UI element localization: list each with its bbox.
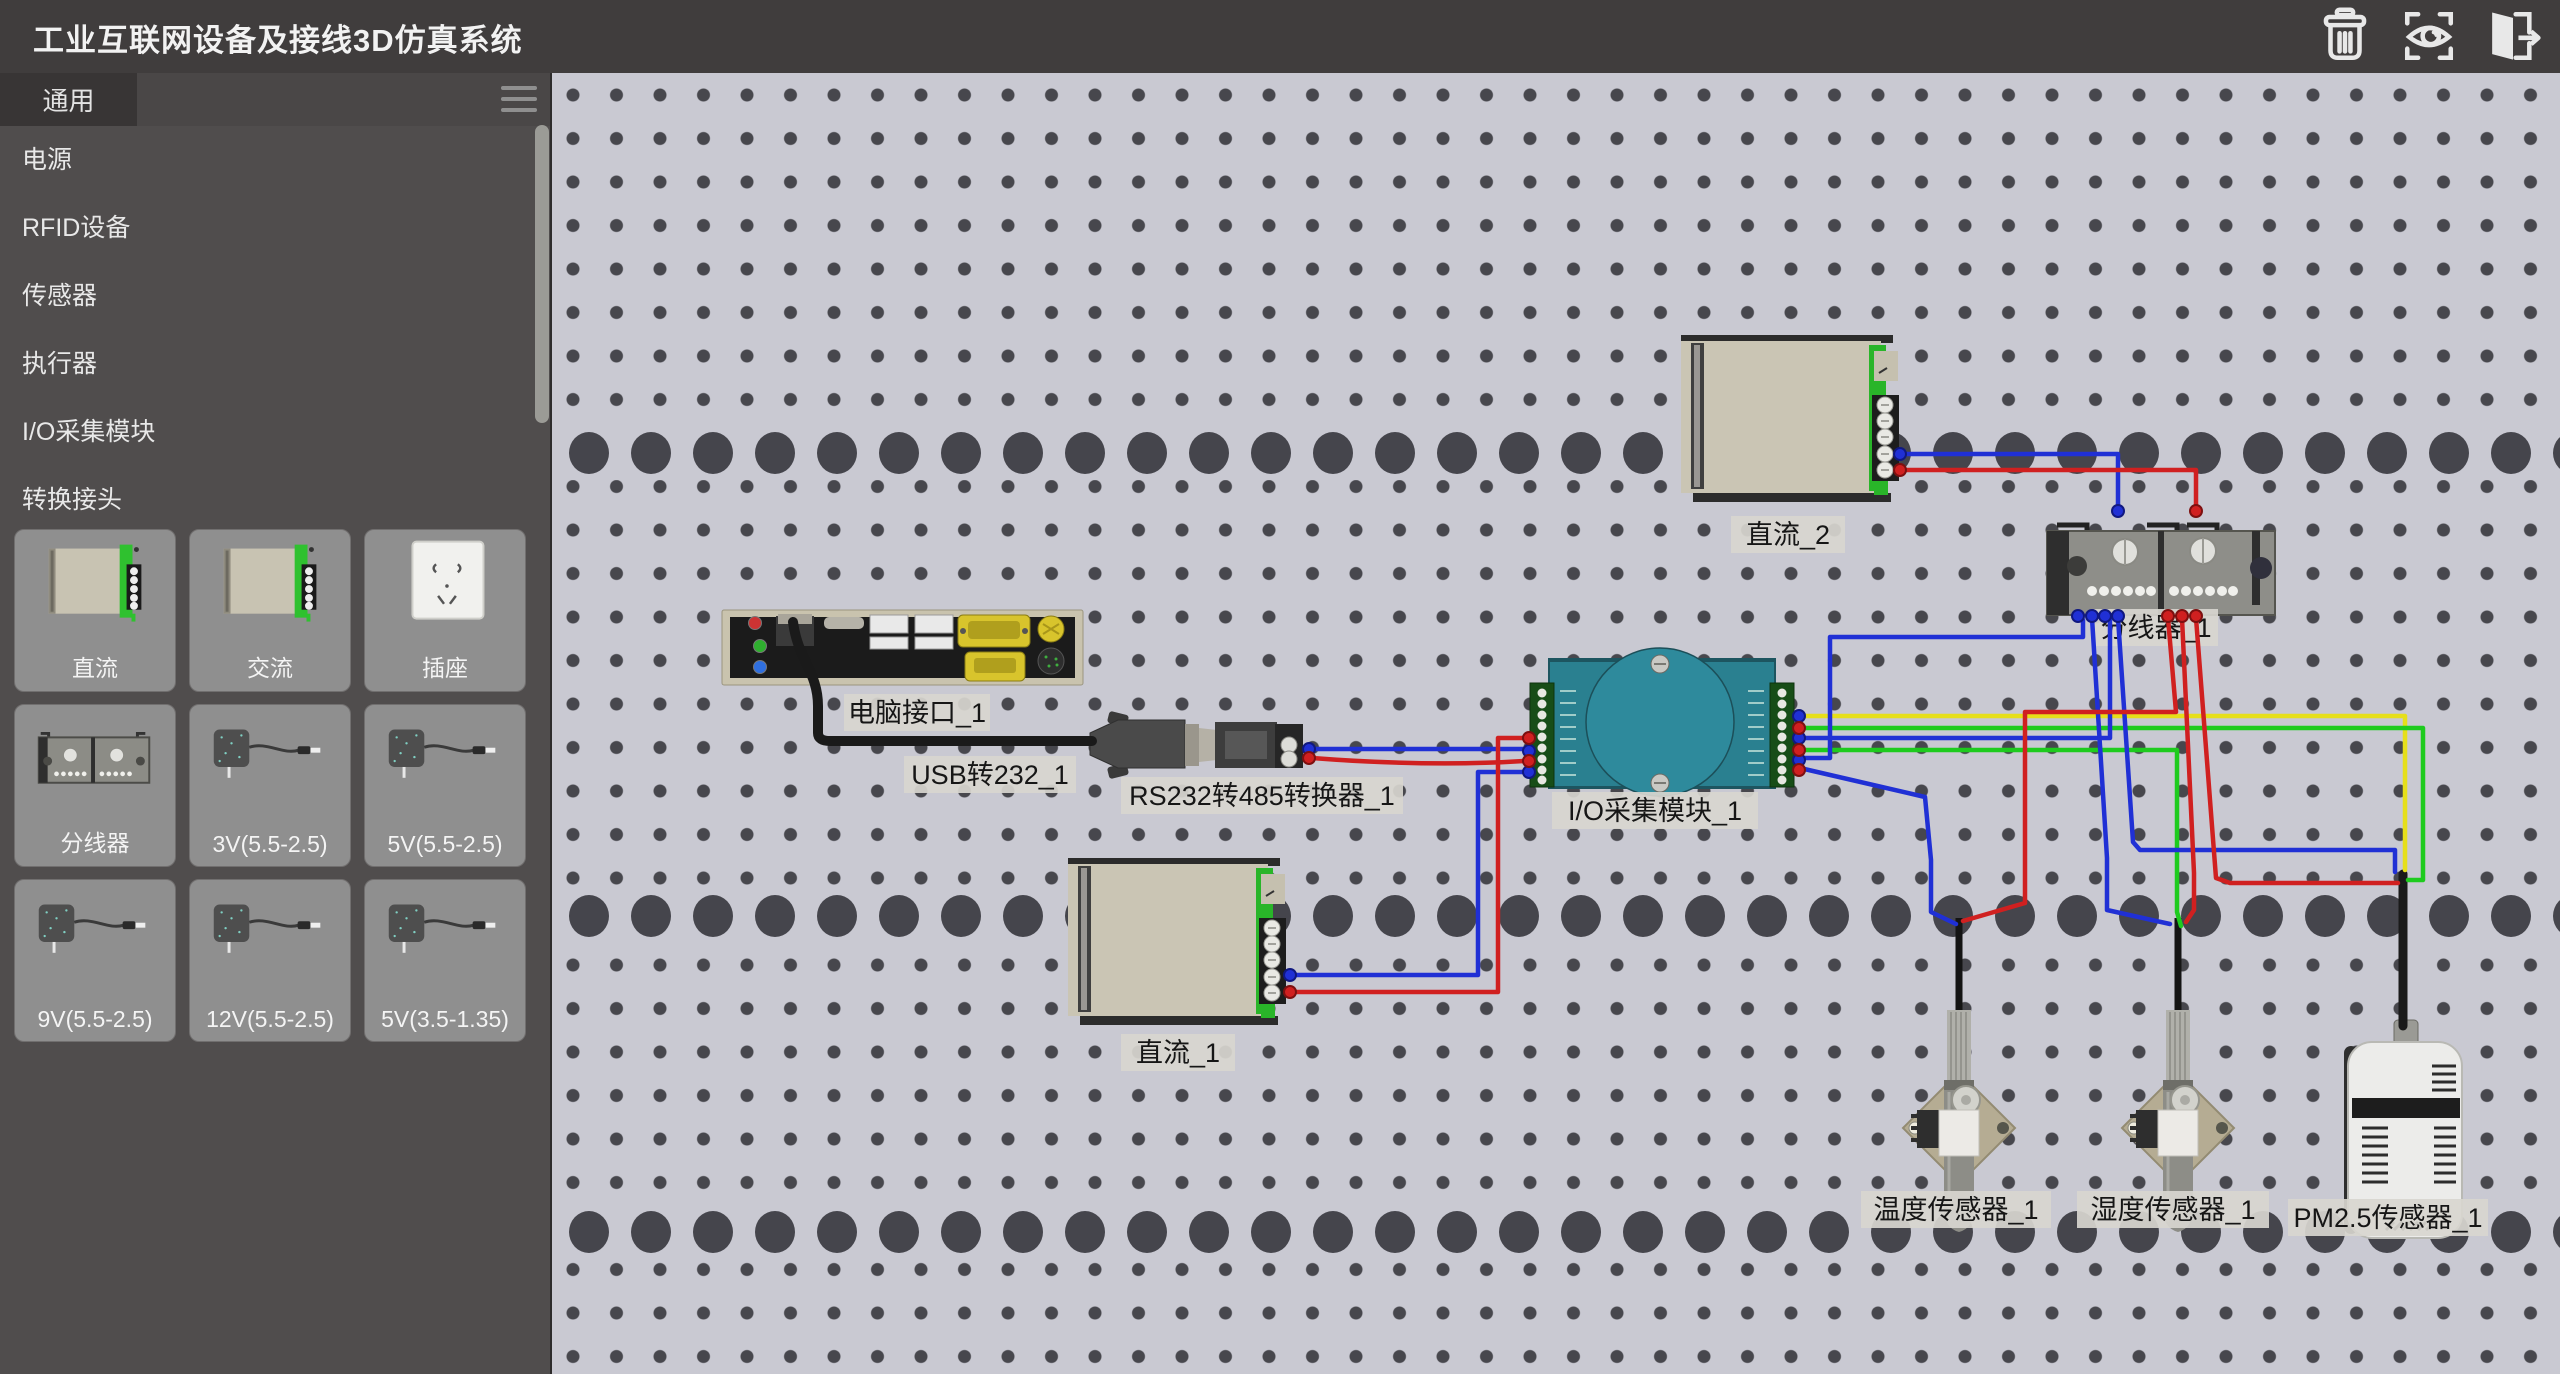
power-adapter-icon (371, 713, 519, 817)
tab-general[interactable]: 通用 (0, 73, 137, 126)
label-dc2: 直流_2 (1746, 520, 1830, 550)
label-pc1: 电脑接口_1 (848, 698, 986, 728)
device-io-module-1[interactable] (1530, 648, 1794, 796)
simulation-canvas[interactable]: 直流_2 分线器_1 电脑接口_1 USB转232_1 RS232转485转换器… (552, 73, 2560, 1374)
focus-view-button[interactable] (2398, 5, 2460, 67)
menu-item-sensor[interactable]: 传感器 (0, 262, 550, 330)
tile-label: 交流 (190, 649, 350, 683)
menu-item-rfid[interactable]: RFID设备 (0, 194, 550, 262)
tile-dc[interactable]: 直流 (14, 529, 176, 692)
top-bar: 工业互联网设备及接线3D仿真系统 (0, 0, 2560, 73)
label-dc1: 直流_1 (1136, 1038, 1220, 1068)
category-menu: 电源 RFID设备 传感器 执行器 I/O采集模块 转换接头 (0, 126, 550, 534)
menu-item-io-module[interactable]: I/O采集模块 (0, 398, 550, 466)
power-adapter-icon (371, 888, 519, 992)
trash-button[interactable] (2314, 5, 2376, 67)
menu-item-actuator[interactable]: 执行器 (0, 330, 550, 398)
tile-label: 3V(5.5-2.5) (190, 831, 350, 858)
component-tile-grid: 直流 交流 插座 分线器 3V(5.5-2.5) 5V(5.5-2.5) (14, 529, 526, 1042)
wall-socket-icon (371, 538, 519, 642)
label-rs485: RS232转485转换器_1 (1129, 781, 1395, 811)
tile-label: 分线器 (15, 824, 175, 858)
sidebar-tab-row: 通用 (0, 73, 550, 126)
menu-item-power[interactable]: 电源 (0, 126, 550, 194)
app-window: 工业互联网设备及接线3D仿真系统 (0, 0, 2560, 1374)
tile-socket[interactable]: 插座 (364, 529, 526, 692)
toolbar (2314, 5, 2544, 67)
power-adapter-icon (196, 713, 344, 817)
ac-power-supply-icon (196, 538, 344, 642)
exit-icon (2484, 7, 2542, 65)
label-pm25: PM2.5传感器_1 (2293, 1203, 2482, 1233)
tile-label: 12V(5.5-2.5) (190, 1006, 350, 1033)
tile-label: 5V(5.5-2.5) (365, 831, 525, 858)
device-splitter-1[interactable] (2047, 525, 2275, 615)
tile-3v[interactable]: 3V(5.5-2.5) (189, 704, 351, 867)
power-adapter-icon (21, 888, 169, 992)
tile-label: 插座 (365, 649, 525, 683)
sidebar-scrollbar[interactable] (535, 125, 549, 423)
device-pc-interface-1[interactable] (722, 610, 1083, 685)
menu-icon[interactable] (501, 86, 537, 114)
tile-label: 9V(5.5-2.5) (15, 1006, 175, 1033)
label-usb232: USB转232_1 (911, 760, 1069, 790)
dc-power-supply-icon (21, 538, 169, 642)
label-hum: 湿度传感器_1 (2090, 1195, 2255, 1225)
tile-5v[interactable]: 5V(5.5-2.5) (364, 704, 526, 867)
app-title: 工业互联网设备及接线3D仿真系统 (33, 15, 523, 60)
power-adapter-icon (196, 888, 344, 992)
tile-splitter[interactable]: 分线器 (14, 704, 176, 867)
tile-label: 5V(3.5-1.35) (365, 1006, 525, 1033)
label-temp: 温度传感器_1 (1873, 1195, 2038, 1225)
tile-9v[interactable]: 9V(5.5-2.5) (14, 879, 176, 1042)
tile-ac[interactable]: 交流 (189, 529, 351, 692)
tile-5v-135[interactable]: 5V(3.5-1.35) (364, 879, 526, 1042)
tile-12v[interactable]: 12V(5.5-2.5) (189, 879, 351, 1042)
device-dc-power-2[interactable] (1681, 335, 1899, 502)
pegboard: 直流_2 分线器_1 电脑接口_1 USB转232_1 RS232转485转换器… (552, 73, 2560, 1374)
label-iomod: I/O采集模块_1 (1568, 796, 1742, 826)
trash-icon (2316, 7, 2374, 65)
focus-view-icon (2400, 7, 2458, 65)
component-sidebar: 通用 电源 RFID设备 传感器 执行器 I/O采集模块 转换接头 (0, 73, 552, 1374)
splitter-icon (21, 713, 169, 817)
exit-button[interactable] (2482, 5, 2544, 67)
device-dc-power-1[interactable] (1068, 858, 1286, 1025)
tile-label: 直流 (15, 649, 175, 683)
menu-item-converter[interactable]: 转换接头 (0, 466, 550, 534)
